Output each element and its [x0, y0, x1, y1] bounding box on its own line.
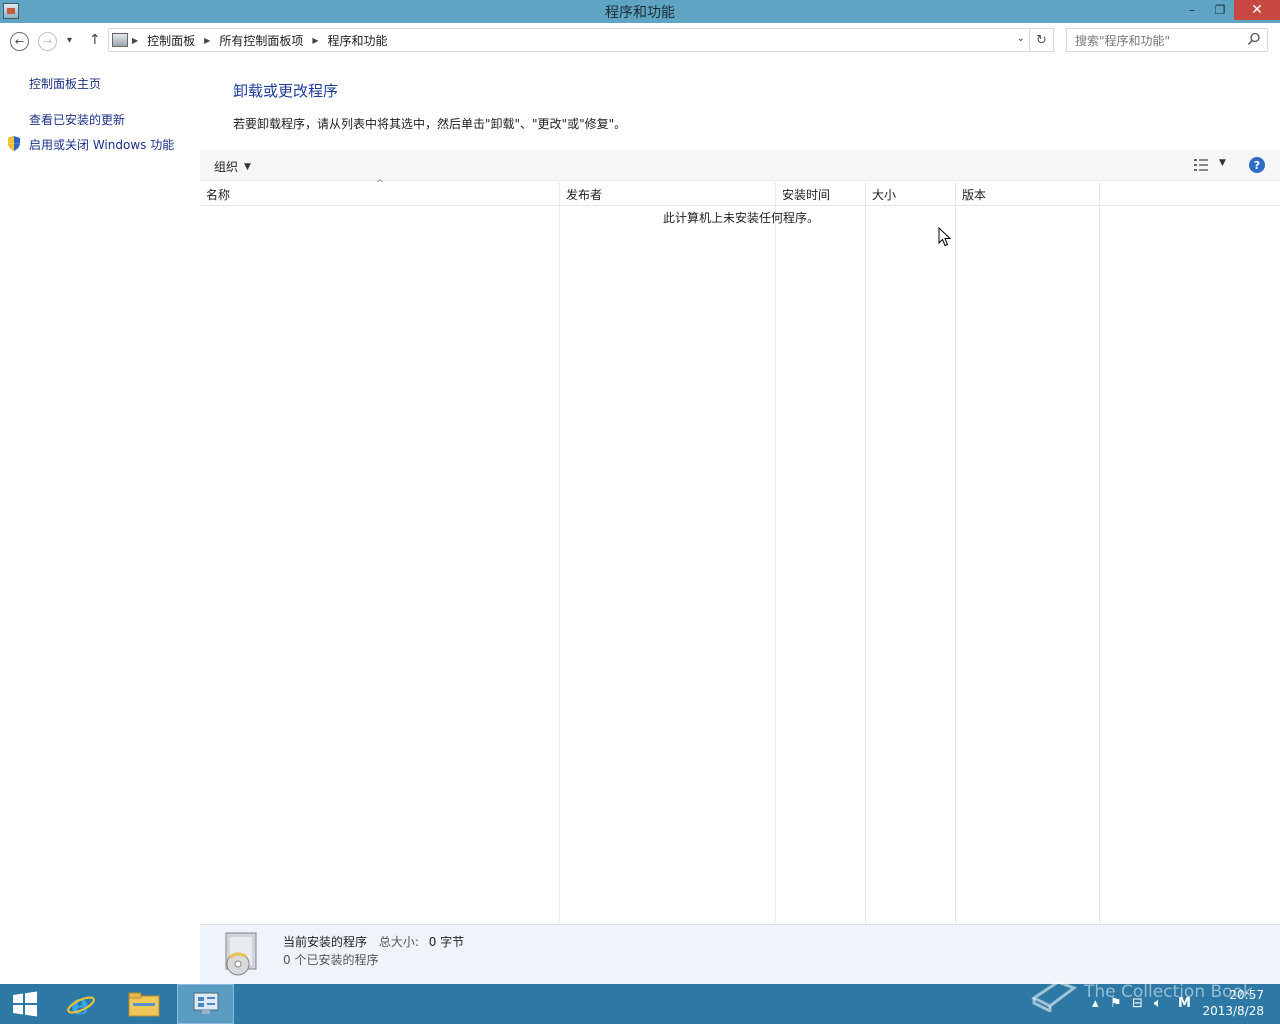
- taskbar-file-explorer[interactable]: [115, 984, 172, 1024]
- view-options-icon[interactable]: [1193, 158, 1209, 172]
- column-divider[interactable]: [865, 182, 866, 924]
- taskbar-control-panel[interactable]: [177, 984, 234, 1024]
- back-button[interactable]: ←: [10, 32, 29, 51]
- column-header-name[interactable]: 名称: [206, 186, 230, 203]
- refresh-button[interactable]: ↻: [1029, 29, 1053, 51]
- total-size-value: 0 字节: [428, 935, 465, 949]
- column-divider[interactable]: [559, 182, 560, 924]
- control-panel-icon: [112, 33, 128, 47]
- breadcrumb-all-items[interactable]: 所有控制面板项: [219, 32, 303, 49]
- window-controls: – ❐ ✕: [1178, 0, 1280, 23]
- search-input[interactable]: 搜索"程序和功能": [1066, 28, 1268, 52]
- minimize-button[interactable]: –: [1178, 0, 1206, 20]
- taskbar-internet-explorer[interactable]: e: [52, 984, 109, 1024]
- program-count: 0 个已安装的程序: [283, 953, 379, 967]
- program-list-header: 名称 ^ 发布者 安装时间 大小 版本: [200, 179, 1280, 206]
- search-icon[interactable]: [1247, 32, 1261, 46]
- search-placeholder: 搜索"程序和功能": [1075, 33, 1171, 48]
- window-title: 程序和功能: [605, 4, 675, 21]
- forward-button[interactable]: →: [38, 32, 57, 51]
- watermark: The Collection Book: [1030, 972, 1253, 1012]
- empty-list-message: 此计算机上未安装任何程序。: [663, 211, 820, 225]
- details-title: 当前安装的程序: [283, 935, 368, 949]
- column-divider[interactable]: [955, 182, 956, 924]
- organize-label: 组织: [214, 160, 239, 174]
- internet-explorer-icon: e: [66, 989, 95, 1019]
- column-header-size[interactable]: 大小: [872, 186, 896, 203]
- restore-button[interactable]: ❐: [1206, 0, 1234, 20]
- view-installed-updates-link[interactable]: 查看已安装的更新: [29, 111, 125, 128]
- navigation-bar: ← → ▾ ↑ ▶ 控制面板 ▶ 所有控制面板项 ▶ 程序和功能 ⌄ ↻ 搜索"…: [0, 23, 1280, 59]
- control-panel-home-link[interactable]: 控制面板主页: [29, 75, 101, 92]
- organize-button[interactable]: 组织 ▼: [214, 158, 251, 175]
- refresh-icon: ↻: [1036, 32, 1047, 48]
- column-header-publisher[interactable]: 发布者: [566, 186, 602, 203]
- page-description: 若要卸载程序，请从列表中将其选中，然后单击"卸载"、"更改"或"修复"。: [233, 117, 627, 131]
- column-divider[interactable]: [775, 182, 776, 924]
- column-divider[interactable]: [1099, 182, 1100, 924]
- control-panel-app-icon[interactable]: [3, 3, 19, 19]
- uac-shield-icon: [8, 136, 20, 151]
- total-size-label: 总大小:: [378, 935, 419, 949]
- details-summary: 当前安装的程序 总大小: 0 字节: [283, 933, 464, 950]
- installed-programs-icon: [225, 932, 257, 976]
- control-panel-taskbar-icon: [193, 992, 218, 1014]
- left-task-pane: 控制面板主页 查看已安装的更新 启用或关闭 Windows 功能: [0, 59, 200, 924]
- watermark-text: The Collection Book: [1084, 982, 1253, 1002]
- breadcrumb-control-panel[interactable]: 控制面板: [147, 32, 195, 49]
- breadcrumb-programs-features[interactable]: 程序和功能: [328, 32, 388, 49]
- up-button[interactable]: ↑: [89, 32, 101, 48]
- title-bar: 程序和功能 – ❐ ✕: [0, 0, 1280, 23]
- recent-locations-button[interactable]: ▾: [67, 35, 72, 46]
- caret-down-icon: ▼: [244, 161, 251, 172]
- command-bar: 组织 ▼ ▼ ?: [200, 150, 1280, 181]
- view-menu-caret-icon[interactable]: ▼: [1219, 158, 1226, 168]
- column-header-version[interactable]: 版本: [962, 186, 986, 203]
- column-header-installed-on[interactable]: 安装时间: [782, 186, 830, 203]
- sort-ascending-icon: ^: [376, 179, 384, 189]
- chevron-right-icon[interactable]: ▶: [312, 36, 318, 45]
- chevron-right-icon[interactable]: ▶: [204, 36, 210, 45]
- windows-logo-icon: [13, 991, 37, 1017]
- book-icon: [1031, 980, 1078, 1012]
- mouse-cursor-icon: [938, 227, 952, 247]
- windows-features-link[interactable]: 启用或关闭 Windows 功能: [29, 136, 174, 153]
- page-title: 卸载或更改程序: [233, 82, 339, 100]
- chevron-right-icon[interactable]: ▶: [132, 36, 138, 45]
- chevron-down-icon[interactable]: ⌄: [1017, 33, 1025, 44]
- folder-icon: [128, 992, 159, 1017]
- help-icon[interactable]: ?: [1249, 157, 1265, 173]
- close-button[interactable]: ✕: [1234, 0, 1280, 20]
- address-bar[interactable]: ▶ 控制面板 ▶ 所有控制面板项 ▶ 程序和功能 ⌄ ↻: [108, 28, 1054, 52]
- start-button[interactable]: [0, 984, 50, 1024]
